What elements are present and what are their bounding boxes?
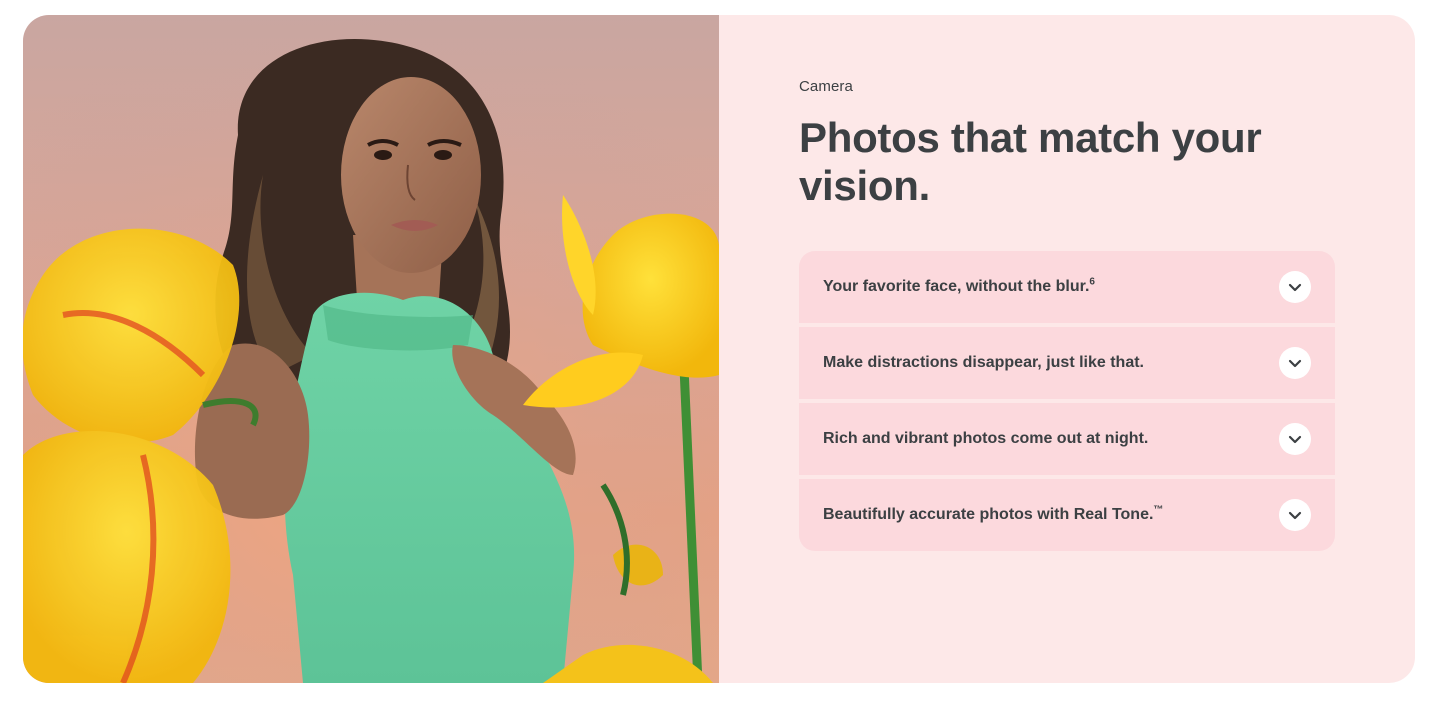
- feature-accordion: Your favorite face, without the blur.6 M…: [799, 251, 1335, 551]
- section-eyebrow: Camera: [799, 78, 853, 95]
- hero-photo: [23, 15, 719, 683]
- chevron-down-icon: [1288, 435, 1302, 444]
- chevron-down-icon: [1288, 359, 1302, 368]
- expand-button[interactable]: [1279, 271, 1311, 303]
- section-headline: Photos that match your vision.: [799, 114, 1262, 209]
- portrait-illustration: [23, 15, 719, 683]
- accordion-item-label: Beautifully accurate photos with Real To…: [823, 504, 1164, 523]
- accordion-item[interactable]: Make distractions disappear, just like t…: [799, 327, 1335, 399]
- accordion-item-label: Your favorite face, without the blur.6: [823, 276, 1095, 295]
- expand-button[interactable]: [1279, 499, 1311, 531]
- accordion-item[interactable]: Your favorite face, without the blur.6: [799, 251, 1335, 323]
- accordion-item[interactable]: Rich and vibrant photos come out at nigh…: [799, 403, 1335, 475]
- chevron-down-icon: [1288, 283, 1302, 292]
- expand-button[interactable]: [1279, 347, 1311, 379]
- accordion-item-label: Make distractions disappear, just like t…: [823, 354, 1144, 371]
- accordion-item[interactable]: Beautifully accurate photos with Real To…: [799, 479, 1335, 551]
- accordion-item-label: Rich and vibrant photos come out at nigh…: [823, 430, 1149, 447]
- feature-content: Camera Photos that match your vision. Yo…: [799, 15, 1359, 683]
- chevron-down-icon: [1288, 511, 1302, 520]
- feature-card: Camera Photos that match your vision. Yo…: [23, 15, 1415, 683]
- expand-button[interactable]: [1279, 423, 1311, 455]
